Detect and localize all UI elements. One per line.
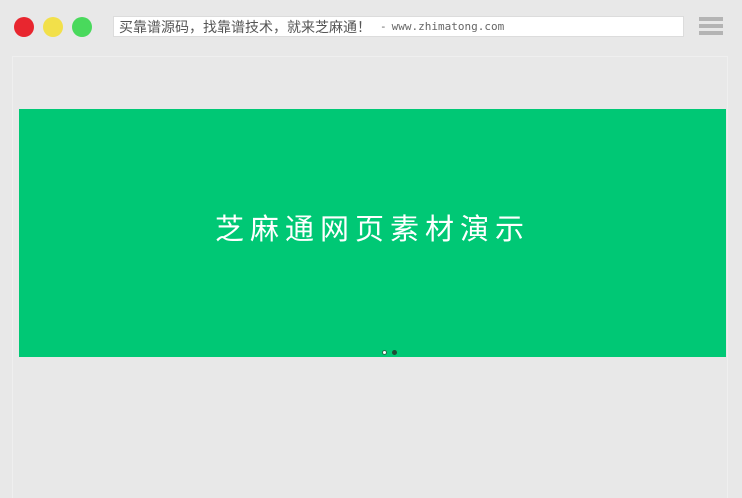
address-separator: -: [380, 20, 387, 33]
menu-bar-line: [699, 24, 723, 28]
window-titlebar: 买靠谱源码，找靠谱技术，就来芝麻通！ - www.zhimatong.com: [0, 0, 742, 56]
hamburger-menu-icon[interactable]: [699, 16, 723, 37]
url-text: www.zhimatong.com: [391, 20, 505, 33]
menu-bar-line: [699, 31, 723, 35]
address-bar[interactable]: 买靠谱源码，找靠谱技术，就来芝麻通！ - www.zhimatong.com: [113, 16, 684, 37]
menu-bar-line: [699, 17, 723, 21]
slider-pagination: [382, 348, 402, 356]
banner-slider[interactable]: 芝麻通网页素材演示: [19, 109, 726, 357]
close-window-button[interactable]: [14, 17, 34, 37]
slide-title: 芝麻通网页素材演示: [214, 212, 530, 246]
maximize-window-button[interactable]: [72, 17, 92, 37]
minimize-window-button[interactable]: [43, 17, 63, 37]
page-title-text: 买靠谱源码，找靠谱技术，就来芝麻通！: [119, 19, 371, 36]
slider-dot[interactable]: [392, 349, 397, 355]
slider-dot[interactable]: [382, 349, 387, 355]
